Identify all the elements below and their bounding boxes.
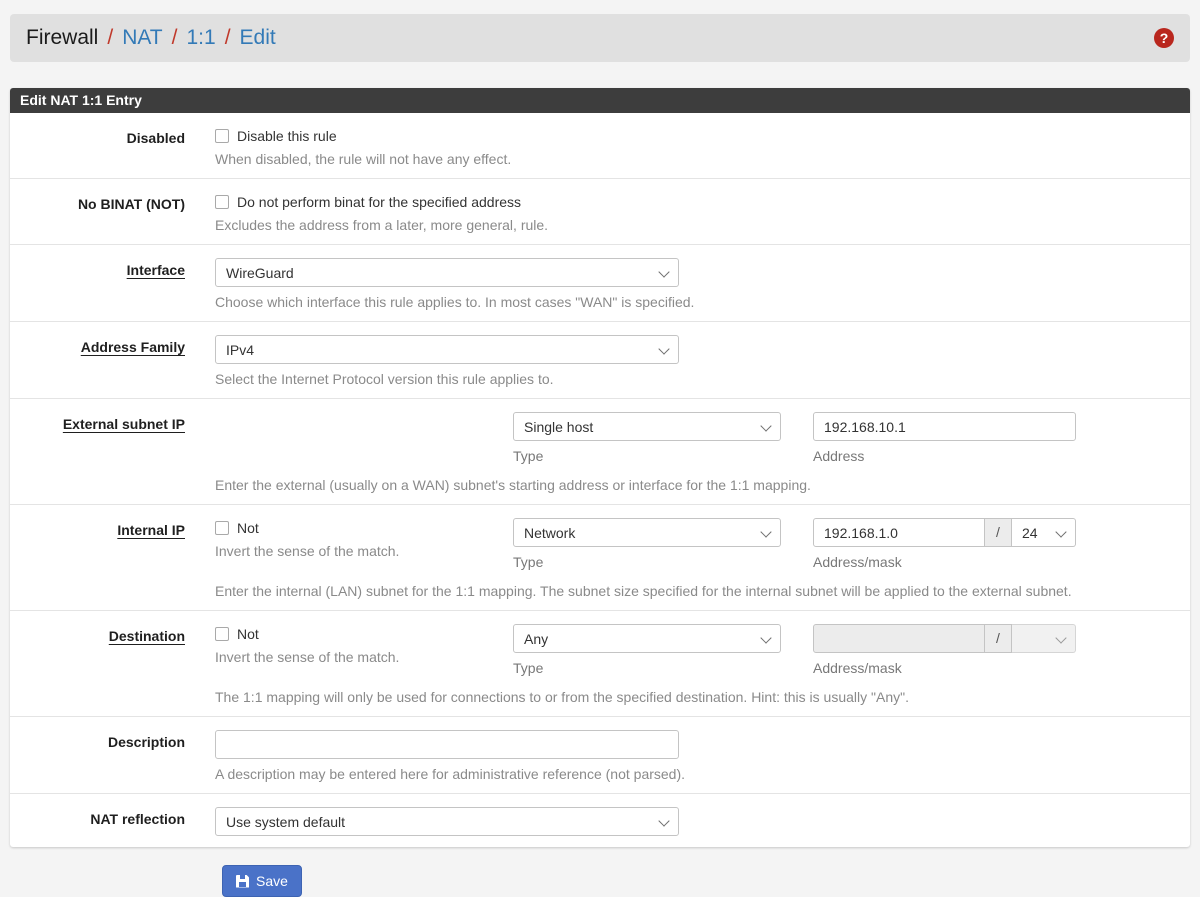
row-interface: Interface WireGuard Choose which interfa…	[10, 245, 1190, 322]
internal-address-sublabel: Address/mask	[813, 554, 1076, 570]
address-family-select[interactable]: IPv4	[215, 335, 679, 364]
save-icon	[236, 875, 249, 888]
breadcrumb-1to1-link[interactable]: 1:1	[186, 26, 215, 50]
address-family-help: Select the Internet Protocol version thi…	[215, 371, 1170, 387]
help-icon[interactable]: ?	[1154, 28, 1174, 48]
external-subnet-label: External subnet IP	[10, 412, 215, 493]
internal-mask-select[interactable]: 24	[1012, 518, 1076, 547]
panel-title: Edit NAT 1:1 Entry	[10, 88, 1190, 113]
destination-type-sublabel: Type	[513, 660, 813, 676]
destination-not-label: Not	[237, 626, 259, 642]
destination-help: The 1:1 mapping will only be used for co…	[215, 689, 1170, 705]
destination-not-checkbox[interactable]	[215, 627, 229, 641]
breadcrumb-firewall: Firewall	[26, 26, 98, 50]
external-type-sublabel: Type	[513, 448, 813, 464]
edit-nat-panel: Edit NAT 1:1 Entry Disabled Disable this…	[10, 88, 1190, 847]
page: Firewall / NAT / 1:1 / Edit ? Edit NAT 1…	[0, 0, 1200, 897]
interface-label: Interface	[10, 258, 215, 310]
no-binat-help: Excludes the address from a later, more …	[215, 217, 1170, 233]
breadcrumb: Firewall / NAT / 1:1 / Edit ?	[10, 14, 1190, 62]
description-label: Description	[10, 730, 215, 782]
breadcrumb-edit-link[interactable]: Edit	[240, 26, 276, 50]
internal-not-label: Not	[237, 520, 259, 536]
row-description: Description A description may be entered…	[10, 717, 1190, 794]
destination-address-sublabel: Address/mask	[813, 660, 1076, 676]
internal-ip-help: Enter the internal (LAN) subnet for the …	[215, 583, 1170, 599]
no-binat-checkbox-label: Do not perform binat for the specified a…	[237, 194, 521, 210]
disabled-label: Disabled	[10, 126, 215, 167]
breadcrumb-nat-link[interactable]: NAT	[122, 26, 162, 50]
internal-not-help: Invert the sense of the match.	[215, 543, 513, 559]
row-address-family: Address Family IPv4 Select the Internet …	[10, 322, 1190, 399]
internal-type-sublabel: Type	[513, 554, 813, 570]
external-subnet-help: Enter the external (usually on a WAN) su…	[215, 477, 1170, 493]
destination-address-input	[813, 624, 985, 653]
internal-ip-label: Internal IP	[10, 518, 215, 599]
description-help: A description may be entered here for ad…	[215, 766, 1170, 782]
breadcrumb-separator: /	[107, 26, 113, 50]
save-button-label: Save	[256, 873, 288, 889]
disabled-help: When disabled, the rule will not have an…	[215, 151, 1170, 167]
breadcrumb-separator: /	[172, 26, 178, 50]
internal-address-input[interactable]	[813, 518, 985, 547]
internal-type-select[interactable]: Network	[513, 518, 781, 547]
row-disabled: Disabled Disable this rule When disabled…	[10, 113, 1190, 179]
disabled-checkbox-label: Disable this rule	[237, 128, 337, 144]
external-address-sublabel: Address	[813, 448, 1076, 464]
row-nat-reflection: NAT reflection Use system default	[10, 794, 1190, 847]
address-mask-separator: /	[985, 624, 1012, 653]
external-address-input[interactable]	[813, 412, 1076, 441]
disabled-checkbox[interactable]	[215, 129, 229, 143]
destination-type-select[interactable]: Any	[513, 624, 781, 653]
row-external-subnet: External subnet IP Single host Type	[10, 399, 1190, 505]
external-type-select[interactable]: Single host	[513, 412, 781, 441]
internal-not-checkbox[interactable]	[215, 521, 229, 535]
no-binat-label: No BINAT (NOT)	[10, 192, 215, 233]
no-binat-checkbox[interactable]	[215, 195, 229, 209]
save-button[interactable]: Save	[222, 865, 302, 897]
interface-select[interactable]: WireGuard	[215, 258, 679, 287]
destination-not-help: Invert the sense of the match.	[215, 649, 513, 665]
row-destination: Destination Not Invert the sense of the …	[10, 611, 1190, 717]
row-internal-ip: Internal IP Not Invert the sense of the …	[10, 505, 1190, 611]
destination-mask-select	[1012, 624, 1076, 653]
description-input[interactable]	[215, 730, 679, 759]
address-mask-separator: /	[985, 518, 1012, 547]
interface-help: Choose which interface this rule applies…	[215, 294, 1170, 310]
row-no-binat: No BINAT (NOT) Do not perform binat for …	[10, 179, 1190, 245]
nat-reflection-label: NAT reflection	[10, 807, 215, 836]
address-family-label: Address Family	[10, 335, 215, 387]
nat-reflection-select[interactable]: Use system default	[215, 807, 679, 836]
breadcrumb-separator: /	[225, 26, 231, 50]
destination-label: Destination	[10, 624, 215, 705]
